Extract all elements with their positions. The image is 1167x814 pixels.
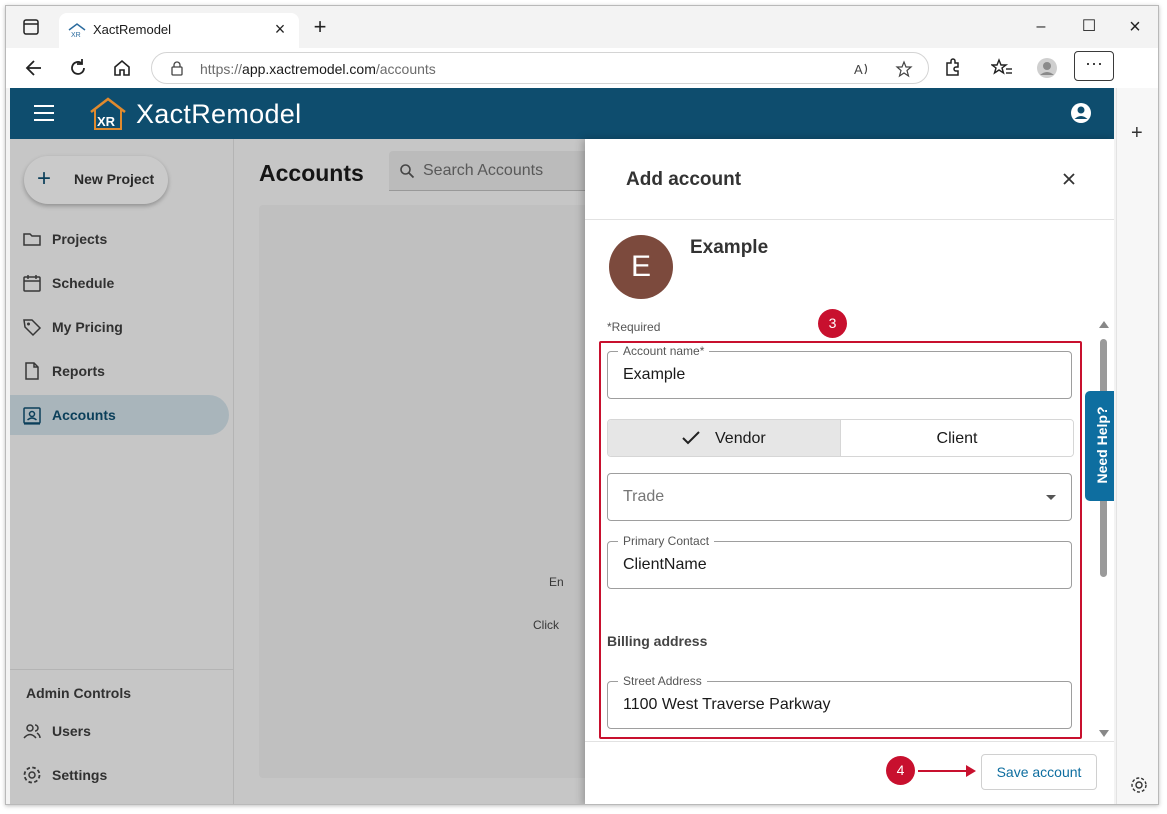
svg-text:A: A [854,62,863,77]
home-icon[interactable] [111,57,133,79]
drawer-title: Add account [626,169,742,190]
app-header: XR XactRemodel [10,88,1114,139]
refresh-icon[interactable] [67,57,89,79]
account-circle-icon[interactable] [1070,102,1092,124]
address-toolbar: https://app.xactremodel.com/accounts A ·… [6,48,1158,88]
need-help-label: Need Help? [1094,406,1110,484]
save-account-button[interactable]: Save account [981,754,1097,790]
scroll-down-icon[interactable] [1099,730,1109,737]
browser-window: XR XactRemodel × + – ☐ × https://app.xac… [5,5,1159,805]
side-panel-settings-icon[interactable] [1130,776,1148,794]
xactremodel-favicon-icon: XR [68,23,86,38]
profile-icon[interactable] [1036,57,1058,79]
close-tab-icon[interactable]: × [271,20,289,38]
favorites-icon[interactable] [991,57,1013,79]
minimize-icon[interactable]: – [1026,16,1056,38]
tab-title: XactRemodel [93,22,172,37]
close-window-icon[interactable]: × [1120,16,1150,38]
drawer-divider [585,219,1114,220]
url-text[interactable]: https://app.xactremodel.com/accounts [200,61,436,77]
close-icon[interactable] [1059,169,1079,189]
annotation-arrow-head [966,765,976,777]
back-icon[interactable] [23,57,45,79]
avatar: E [609,235,673,299]
maximize-icon[interactable]: ☐ [1074,16,1104,38]
annotation-arrow [918,770,970,772]
svg-text:XR: XR [97,114,116,129]
form-scrollbar[interactable] [1097,319,1109,739]
annotation-highlight-box [599,341,1082,739]
add-side-panel-icon[interactable]: + [1131,122,1143,145]
scroll-up-icon[interactable] [1099,321,1109,328]
more-menu-button[interactable]: ··· [1074,51,1114,81]
account-display-name: Example [690,237,769,258]
app-viewport: XR XactRemodel + New Project Projects Sc… [10,88,1114,804]
favorite-star-icon[interactable] [895,60,913,78]
annotation-step-3-badge: 3 [818,309,847,338]
read-aloud-icon[interactable]: A [853,60,871,78]
modal-backdrop[interactable] [10,139,585,804]
browser-side-panel: + [1116,88,1158,804]
footer-divider [585,741,1114,742]
xactremodel-logo: XR [90,97,126,130]
brand-name: XactRemodel [136,99,302,129]
annotation-step-4-badge: 4 [886,756,915,785]
browser-tab[interactable]: XR XactRemodel × [59,13,299,48]
title-bar: XR XactRemodel × + – ☐ × [6,6,1158,48]
lock-icon[interactable] [170,60,184,76]
hamburger-menu-icon[interactable] [34,105,54,121]
address-bar[interactable]: https://app.xactremodel.com/accounts A [151,52,929,84]
svg-text:XR: XR [71,32,81,38]
extensions-icon[interactable] [941,57,963,79]
tab-actions-icon[interactable] [22,18,40,36]
required-note: *Required [607,320,661,334]
new-tab-icon[interactable]: + [309,16,331,39]
need-help-button[interactable]: Need Help? [1085,391,1114,501]
add-account-drawer: Add account E Example *Required 3 Accoun… [585,139,1114,804]
